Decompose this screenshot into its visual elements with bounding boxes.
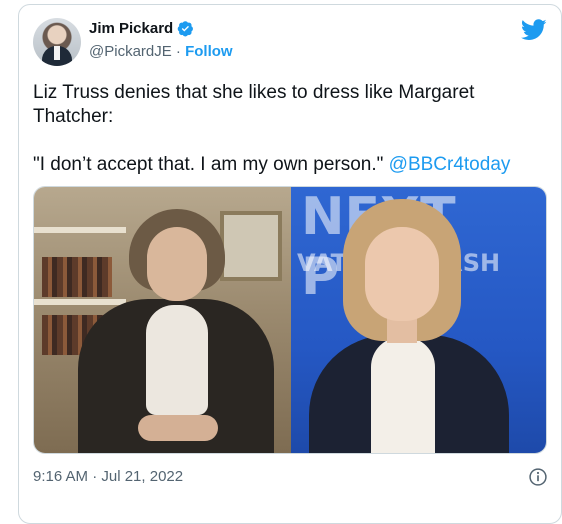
shelf (34, 227, 126, 233)
figure-blouse (371, 337, 435, 453)
tweet-text: Liz Truss denies that she likes to dress… (33, 81, 543, 177)
figure-face (147, 227, 207, 301)
twitter-bird-icon[interactable] (521, 19, 547, 41)
shelf (34, 299, 126, 305)
follow-button[interactable]: Follow (185, 43, 233, 60)
author-handle[interactable]: @PickardJE (89, 43, 172, 60)
figure-bow (146, 305, 208, 415)
verified-badge-icon (177, 21, 194, 37)
tweet-media[interactable]: NEXT PM VATI ADERSH (33, 186, 547, 454)
figure-face (365, 227, 439, 321)
photo-truss: NEXT PM VATI ADERSH (291, 187, 546, 453)
author-row: Jim Pickard (89, 20, 194, 37)
tweet-card: Jim Pickard @PickardJE · Follow Liz Trus… (18, 4, 562, 524)
picture-frame (220, 211, 282, 281)
avatar-shirt (54, 46, 60, 60)
handle-row: @PickardJE · Follow (89, 43, 233, 60)
tweet-timestamp[interactable]: 9:16 AM · Jul 21, 2022 (33, 468, 183, 485)
avatar[interactable] (33, 18, 81, 66)
photo-thatcher (34, 187, 291, 453)
handle-separator: · (171, 43, 186, 60)
bookshelf (42, 257, 112, 297)
mention-link[interactable]: @BBCr4today (389, 154, 511, 175)
figure-hands (138, 415, 218, 441)
author-name[interactable]: Jim Pickard (89, 20, 173, 37)
info-icon[interactable] (528, 467, 548, 487)
